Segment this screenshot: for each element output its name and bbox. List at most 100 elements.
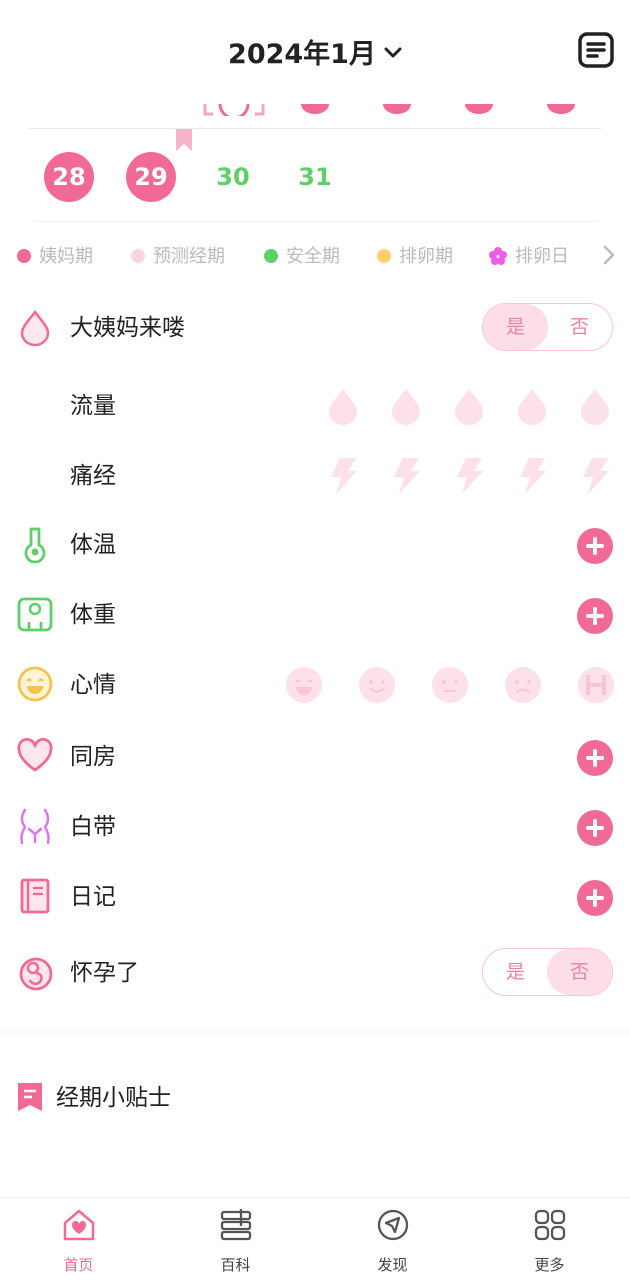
legend-item-ovulation-day: 排卵日 (489, 240, 569, 274)
calendar-day-29[interactable]: 29 (126, 152, 176, 202)
drop-icon[interactable] (578, 386, 612, 426)
record-discharge[interactable]: 白带 (0, 797, 630, 857)
calendar-legend: 姨妈期 预测经期 安全期 排卵期 排卵日 (0, 240, 630, 274)
period-no-option[interactable]: 否 (547, 304, 612, 350)
month-selector[interactable]: 2024年1月 (0, 32, 630, 71)
legend-label: 预测经期 (153, 246, 225, 267)
drop-icon[interactable] (326, 386, 360, 426)
legend-item-predicted: 预测经期 (131, 240, 225, 274)
happy-face-icon[interactable] (357, 665, 397, 705)
period-tips-header[interactable]: 经期小贴士 (0, 1076, 630, 1120)
add-weight-button[interactable] (577, 598, 613, 634)
lightning-icon[interactable] (452, 456, 486, 496)
home-heart-icon (63, 1209, 95, 1241)
sad-face-icon[interactable] (503, 665, 543, 705)
record-label: 体重 (70, 602, 116, 628)
tab-label: 首页 (63, 1256, 94, 1274)
tips-bookmark-icon (18, 1083, 42, 1111)
tab-label: 更多 (534, 1256, 565, 1274)
note-list-icon[interactable] (578, 32, 614, 68)
period-yes-option[interactable]: 是 (483, 304, 548, 350)
section-divider (0, 1028, 630, 1036)
tab-label: 发现 (377, 1256, 408, 1274)
record-label: 心情 (70, 672, 116, 698)
diary-icon (20, 878, 50, 914)
tab-encyclopedia[interactable]: 百科 (157, 1198, 314, 1280)
grid-icon (534, 1209, 566, 1241)
record-label: 同房 (70, 744, 116, 770)
fetus-icon (19, 957, 53, 991)
legend-dot-predicted (131, 248, 145, 263)
drop-icon (20, 309, 50, 346)
app-header: 2024年1月 (0, 0, 630, 104)
tips-title: 经期小贴士 (56, 1085, 171, 1111)
add-discharge-button[interactable] (577, 810, 613, 846)
record-temperature[interactable]: 体温 (0, 515, 630, 575)
angry-face-icon[interactable] (576, 665, 616, 705)
record-label: 怀孕了 (70, 960, 139, 986)
record-mood: 心情 (0, 655, 630, 715)
legend-label: 安全期 (286, 246, 340, 267)
compass-icon (377, 1209, 409, 1241)
calendar-bottom-divider (34, 221, 598, 222)
flow-level-selector (326, 386, 616, 426)
tab-home[interactable]: 首页 (0, 1198, 157, 1280)
laughing-face-icon[interactable] (284, 665, 324, 705)
add-temperature-button[interactable] (577, 528, 613, 564)
legend-dot-period (17, 248, 31, 263)
pregnant-no-option[interactable]: 否 (547, 949, 612, 995)
chevron-down-icon (384, 47, 402, 57)
add-diary-button[interactable] (577, 880, 613, 916)
lightning-icon[interactable] (326, 456, 360, 496)
smile-icon (17, 666, 53, 702)
bookmark-icon (176, 129, 192, 151)
record-intimacy[interactable]: 同房 (0, 727, 630, 787)
lightning-icon[interactable] (389, 456, 423, 496)
legend-item-period: 姨妈期 (17, 240, 93, 274)
record-diary[interactable]: 日记 (0, 867, 630, 927)
bottom-tab-bar: 首页 百科 发现 更多 (0, 1197, 630, 1280)
heart-icon (17, 737, 53, 772)
period-toggle[interactable]: 是 否 (482, 303, 613, 351)
previous-week-row (203, 104, 575, 116)
cramps-level-selector (326, 456, 616, 496)
drop-icon[interactable] (389, 386, 423, 426)
legend-label: 排卵日 (515, 246, 569, 267)
record-label: 体温 (70, 532, 116, 558)
drop-icon[interactable] (452, 386, 486, 426)
record-flow: 流量 (0, 376, 630, 436)
lightning-icon[interactable] (578, 456, 612, 496)
legend-label: 姨妈期 (39, 246, 93, 267)
calendar-day-31[interactable]: 31 (290, 152, 340, 202)
neutral-face-icon[interactable] (430, 665, 470, 705)
scale-icon (17, 597, 53, 632)
flower-icon (489, 246, 507, 265)
mood-selector (284, 665, 616, 705)
month-title: 2024年1月 (228, 39, 376, 70)
legend-item-safe: 安全期 (264, 240, 340, 274)
record-weight[interactable]: 体重 (0, 585, 630, 645)
tab-more[interactable]: 更多 (471, 1198, 628, 1280)
chevron-right-icon[interactable] (602, 243, 616, 267)
legend-dot-ovulation-period (377, 248, 391, 263)
record-period: 大姨妈来喽 是 否 (0, 298, 630, 358)
calendar-day-28[interactable]: 28 (44, 152, 94, 202)
legend-label: 排卵期 (399, 246, 453, 267)
drop-icon[interactable] (515, 386, 549, 426)
record-label: 白带 (70, 814, 116, 840)
calendar-week-row: 28 29 30 31 (0, 152, 630, 204)
legend-dot-safe (264, 248, 278, 263)
record-label: 大姨妈来喽 (70, 315, 185, 341)
pregnant-yes-option[interactable]: 是 (483, 949, 548, 995)
record-pregnant: 怀孕了 是 否 (0, 943, 630, 1003)
calendar-day-30[interactable]: 30 (208, 152, 258, 202)
thermometer-icon (24, 527, 46, 563)
lightning-icon[interactable] (515, 456, 549, 496)
record-label: 痛经 (70, 463, 116, 489)
add-intimacy-button[interactable] (577, 740, 613, 776)
legend-item-ovulation-period: 排卵期 (377, 240, 453, 274)
record-label: 日记 (70, 884, 116, 910)
pregnant-toggle[interactable]: 是 否 (482, 948, 613, 996)
tab-discover[interactable]: 发现 (314, 1198, 471, 1280)
encyclopedia-icon (220, 1209, 252, 1241)
